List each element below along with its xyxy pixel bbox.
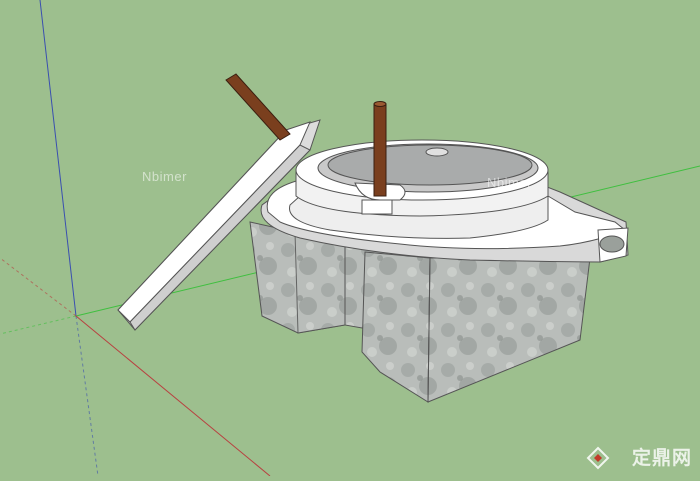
brand-text: 定鼎网 — [631, 447, 692, 469]
blue-axis — [39, 0, 77, 317]
blue-axis-dashed — [75, 315, 99, 477]
scene-canvas — [0, 0, 700, 477]
model-viewport[interactable]: Nbimer Nbimer 定鼎网 — [0, 0, 700, 477]
vertical-handle — [373, 101, 387, 197]
watermark-left: Nbimer — [142, 169, 187, 184]
brand-watermark: 定鼎网 — [606, 443, 692, 470]
red-axis-dashed — [0, 257, 77, 317]
watermark-right: Nbimer — [487, 175, 532, 190]
green-axis-dashed — [0, 315, 77, 335]
lid-handle — [225, 73, 291, 141]
red-axis — [75, 315, 271, 477]
